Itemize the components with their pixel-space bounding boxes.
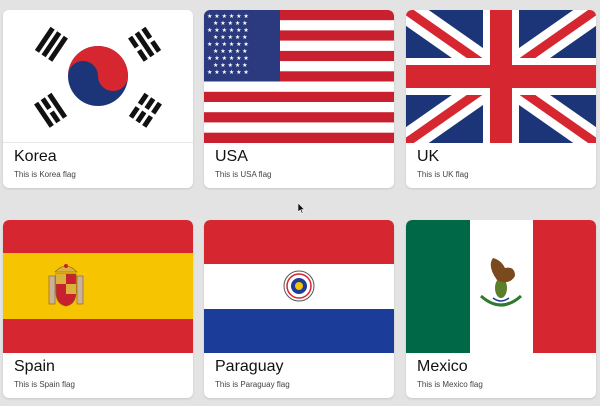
flag-card-spain[interactable]: Spain This is Spain flag (3, 220, 193, 398)
flag-card-uk[interactable]: UK This is UK flag (406, 10, 596, 188)
flag-card-korea[interactable]: Korea This is Korea flag (3, 10, 193, 188)
mexico-flag-icon (406, 220, 596, 353)
svg-text:★ ★ ★ ★ ★ ★: ★ ★ ★ ★ ★ ★ (207, 69, 249, 76)
svg-text:★ ★ ★ ★ ★: ★ ★ ★ ★ ★ (213, 20, 248, 27)
svg-text:★ ★ ★ ★ ★: ★ ★ ★ ★ ★ (213, 62, 248, 69)
card-title: Korea (14, 148, 57, 165)
usa-flag-icon: ★ ★ ★ ★ ★ ★ ★ ★ ★ ★ ★ ★ ★ ★ ★ ★ ★ ★ ★ ★ … (204, 10, 394, 143)
paraguay-flag-icon (204, 220, 394, 353)
card-description: This is UK flag (417, 170, 469, 179)
svg-text:★ ★ ★ ★ ★: ★ ★ ★ ★ ★ (213, 34, 248, 41)
svg-text:★ ★ ★ ★ ★ ★: ★ ★ ★ ★ ★ ★ (207, 13, 249, 20)
card-title: Mexico (417, 358, 468, 375)
card-description: This is Korea flag (14, 170, 76, 179)
card-description: This is Mexico flag (417, 380, 483, 389)
korea-flag-icon (3, 10, 193, 143)
mouse-pointer-icon (298, 203, 306, 214)
svg-text:★ ★ ★ ★ ★ ★: ★ ★ ★ ★ ★ ★ (207, 27, 249, 34)
flag-card-usa[interactable]: ★ ★ ★ ★ ★ ★ ★ ★ ★ ★ ★ ★ ★ ★ ★ ★ ★ ★ ★ ★ … (204, 10, 394, 188)
card-description: This is Spain flag (14, 380, 75, 389)
card-title: UK (417, 148, 440, 165)
flag-card-mexico[interactable]: Mexico This is Mexico flag (406, 220, 596, 398)
svg-text:★ ★ ★ ★ ★ ★: ★ ★ ★ ★ ★ ★ (207, 41, 249, 48)
card-title: Spain (14, 358, 55, 375)
card-title: Paraguay (215, 358, 284, 375)
card-title: USA (215, 148, 248, 165)
svg-text:★ ★ ★ ★ ★: ★ ★ ★ ★ ★ (213, 48, 248, 55)
flag-card-paraguay[interactable]: Paraguay This is Paraguay flag (204, 220, 394, 398)
spain-flag-icon (3, 220, 193, 353)
card-description: This is Paraguay flag (215, 380, 290, 389)
uk-flag-icon (406, 10, 596, 143)
svg-text:★ ★ ★ ★ ★ ★: ★ ★ ★ ★ ★ ★ (207, 55, 249, 62)
card-description: This is USA flag (215, 170, 272, 179)
